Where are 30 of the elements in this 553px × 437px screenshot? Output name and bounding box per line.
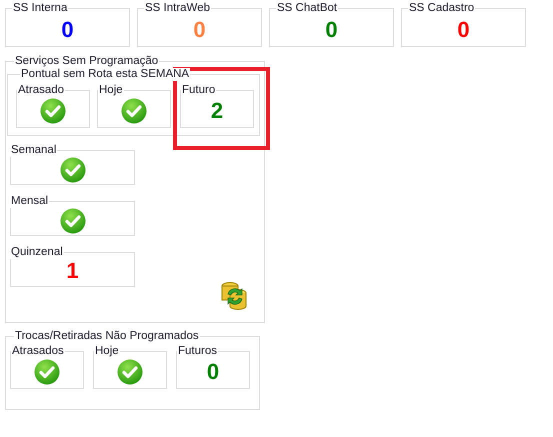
count-value: 0 <box>206 360 220 384</box>
box-label: SS Cadastro <box>408 2 476 15</box>
checkmark-icon <box>117 359 143 385</box>
count-value: 2 <box>210 99 224 123</box>
box-label: SS ChatBot <box>276 2 338 15</box>
count-value: 0 <box>325 18 338 42</box>
database-refresh-icon[interactable] <box>220 280 248 310</box>
box-label: Quinzenal <box>10 246 64 259</box>
box-label: Hoje <box>94 345 120 358</box>
group-title: Pontual sem Rota esta SEMANA <box>20 68 190 81</box>
box-label: Hoje <box>98 84 124 97</box>
box-label: Atrasados <box>11 345 65 358</box>
count-value: 0 <box>61 18 74 42</box>
box-label: Futuros <box>177 345 218 358</box>
checkmark-icon <box>121 98 147 124</box>
box-label: SS Interna <box>12 2 68 15</box>
checkmark-icon <box>60 157 86 183</box>
box-label: Semanal <box>10 144 58 157</box>
group-title: Trocas/Retiradas Não Programados <box>14 330 200 343</box>
count-value: 1 <box>66 259 79 283</box>
group-title: Serviços Sem Programação <box>14 55 160 68</box>
box-label: Futuro <box>181 84 216 97</box>
checkmark-icon <box>60 208 86 234</box>
checkmark-icon <box>34 359 60 385</box>
box-label: SS IntraWeb <box>144 2 211 15</box>
count-value: 0 <box>193 18 206 42</box>
count-value: 0 <box>457 18 470 42</box>
box-label: Mensal <box>10 195 50 208</box>
box-label: Atrasado <box>17 84 66 97</box>
checkmark-icon <box>40 98 66 124</box>
